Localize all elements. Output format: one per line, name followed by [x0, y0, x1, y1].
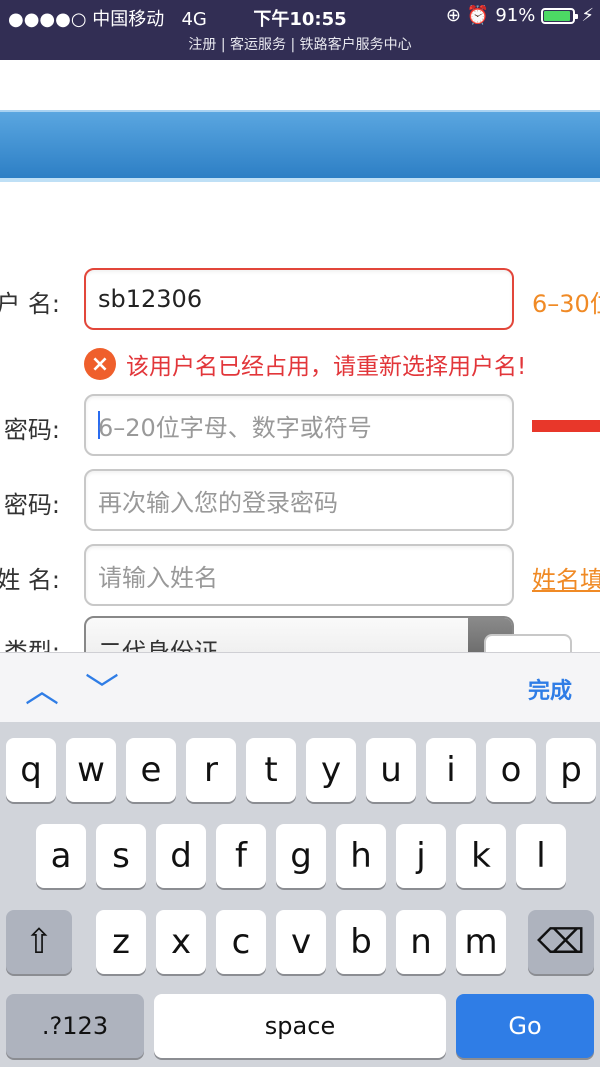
- username-value: sb12306: [98, 285, 203, 313]
- key-m[interactable]: m: [456, 910, 506, 974]
- backspace-icon: ⌫: [536, 922, 586, 962]
- name-placeholder: 请输入姓名: [98, 563, 218, 592]
- key-u[interactable]: u: [366, 738, 416, 802]
- key-l[interactable]: l: [516, 824, 566, 888]
- rotation-lock-icon: ⊕: [445, 5, 461, 26]
- key-d[interactable]: d: [156, 824, 206, 888]
- previous-field-chevron-up-icon[interactable]: ︿: [22, 667, 62, 711]
- status-icons: ⊕ ⏰ 91% ⚡: [446, 5, 594, 26]
- next-field-chevron-down-icon[interactable]: ﹀: [82, 667, 122, 711]
- name-label: 姓 名:: [0, 566, 60, 594]
- password-placeholder: 6–20位字母、数字或符号: [98, 413, 372, 442]
- username-error: × 该用户名已经占用，请重新选择用户名!: [84, 346, 526, 382]
- key-b[interactable]: b: [336, 910, 386, 974]
- password-label: 密码:: [3, 416, 60, 444]
- backspace-key[interactable]: ⌫: [528, 910, 594, 974]
- key-w[interactable]: w: [66, 738, 116, 802]
- confirm-password-label: 密码:: [3, 491, 60, 519]
- shift-icon: ⇧: [24, 922, 54, 962]
- numbers-key[interactable]: .?123: [6, 994, 144, 1058]
- alarm-icon: ⏰: [466, 5, 490, 26]
- key-e[interactable]: e: [126, 738, 176, 802]
- charging-icon: ⚡: [581, 5, 594, 26]
- password-strength-bar: [532, 420, 600, 432]
- error-message: 该用户名已经占用，请重新选择用户名!: [126, 354, 527, 380]
- key-o[interactable]: o: [486, 738, 536, 802]
- key-h[interactable]: h: [336, 824, 386, 888]
- key-z[interactable]: z: [96, 910, 146, 974]
- key-s[interactable]: s: [96, 824, 146, 888]
- key-x[interactable]: x: [156, 910, 206, 974]
- battery-icon: [541, 7, 579, 24]
- keyboard-accessory-bar: ︿ ﹀ 完成: [0, 652, 600, 722]
- confirm-password-placeholder: 再次输入您的登录密码: [98, 488, 338, 517]
- confirm-password-input[interactable]: 再次输入您的登录密码: [84, 469, 514, 531]
- site-links[interactable]: 注册 | 客运服务 | 铁路客户服务中心: [0, 34, 600, 54]
- key-p[interactable]: p: [546, 738, 596, 802]
- key-j[interactable]: j: [396, 824, 446, 888]
- key-v[interactable]: v: [276, 910, 326, 974]
- go-key[interactable]: Go: [456, 994, 594, 1058]
- username-input[interactable]: sb12306: [84, 268, 514, 330]
- status-bar: ●●●●○ 中国移动 4G 下午10:55 ⊕ ⏰ 91% ⚡ 注册 | 客运服…: [0, 0, 600, 60]
- name-rules-link[interactable]: 姓名填: [532, 560, 600, 595]
- on-screen-keyboard: ⇧ ⌫ .?123 space Go qwertyuiop asdfghjkl zx…: [0, 722, 600, 1067]
- key-k[interactable]: k: [456, 824, 506, 888]
- shift-key[interactable]: ⇧: [6, 910, 72, 974]
- battery-level: [544, 10, 570, 21]
- key-n[interactable]: n: [396, 910, 446, 974]
- name-input[interactable]: 请输入姓名: [84, 544, 514, 606]
- battery-percent: 91%: [495, 5, 536, 26]
- username-hint: 6–30位: [532, 290, 600, 318]
- username-label: 户 名:: [0, 290, 60, 318]
- key-q[interactable]: q: [6, 738, 56, 802]
- key-r[interactable]: r: [186, 738, 236, 802]
- key-i[interactable]: i: [426, 738, 476, 802]
- page-header-band: [0, 110, 600, 182]
- key-c[interactable]: c: [216, 910, 266, 974]
- done-button[interactable]: 完成: [528, 673, 572, 705]
- key-t[interactable]: t: [246, 738, 296, 802]
- space-key[interactable]: space: [154, 994, 446, 1058]
- password-input[interactable]: 6–20位字母、数字或符号: [84, 394, 514, 456]
- error-icon: ×: [84, 348, 116, 380]
- key-a[interactable]: a: [36, 824, 86, 888]
- key-g[interactable]: g: [276, 824, 326, 888]
- key-f[interactable]: f: [216, 824, 266, 888]
- key-y[interactable]: y: [306, 738, 356, 802]
